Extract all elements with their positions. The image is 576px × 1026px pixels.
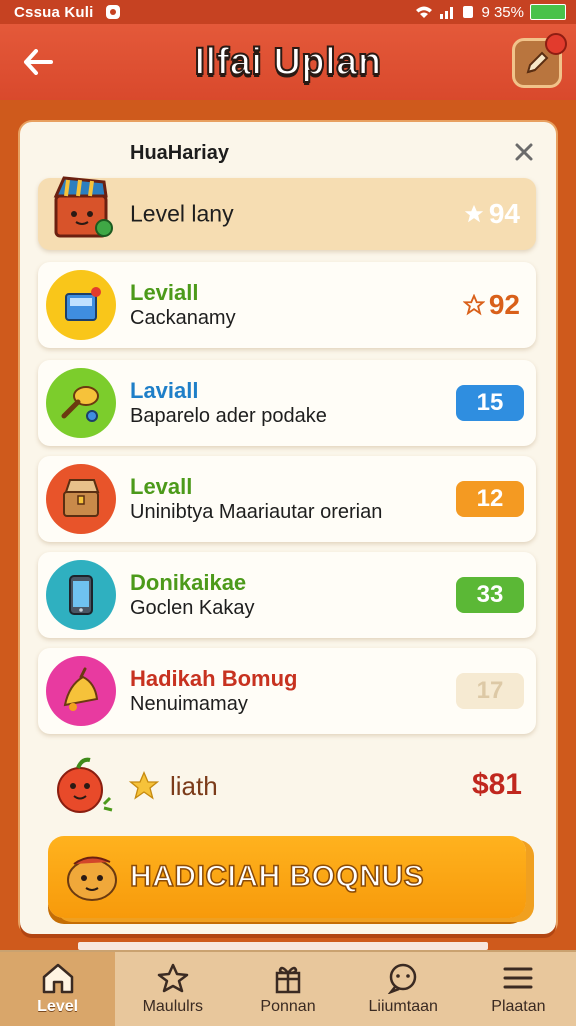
close-icon xyxy=(515,143,533,161)
list-item-subtitle: Nenuimamay xyxy=(130,693,248,715)
chat-icon xyxy=(388,963,417,994)
battery-text: 9 35% xyxy=(481,3,524,21)
list-item[interactable]: Leviall Cackanamy 92 xyxy=(38,262,536,348)
signal-icon xyxy=(440,7,454,19)
pencil-icon xyxy=(526,51,549,74)
notification-badge xyxy=(545,33,567,55)
summary-row: liath $81 xyxy=(38,748,536,828)
page-title: Ilfai Uplan xyxy=(193,40,382,84)
arrow-left-icon xyxy=(24,49,53,75)
nav-label: Liiumtaan xyxy=(368,998,438,1015)
close-button[interactable] xyxy=(510,138,538,166)
notification-icon xyxy=(105,5,120,19)
edit-button[interactable] xyxy=(512,33,567,88)
list-item-title: Laviall xyxy=(130,378,199,403)
list-item-subtitle: Goclen Kakay xyxy=(130,597,255,619)
summary-amount: $81 xyxy=(471,768,522,801)
summary-label: liath xyxy=(128,770,218,802)
count-pill: 33 xyxy=(456,577,524,613)
bucket-icon xyxy=(46,270,116,340)
status-bar: Cssua Kuli 9 35% xyxy=(0,0,576,24)
nav-item-maululrs[interactable]: Maululrs xyxy=(115,952,230,1026)
list-item[interactable]: Hadikah Bomug Nenuimamay 17 xyxy=(38,648,536,734)
status-icons: 9 35% xyxy=(415,4,566,21)
list-item-subtitle: Baparelo ader podake xyxy=(130,405,327,427)
back-button[interactable] xyxy=(18,42,58,82)
nav-label: Maululrs xyxy=(142,998,204,1015)
star-icon xyxy=(157,963,189,993)
app-header: Ilfai Uplan xyxy=(0,24,576,100)
list-item-text: Donikaikae Goclen Kakay xyxy=(130,570,255,620)
list-item-title: Leviall xyxy=(130,280,199,305)
wifi-icon xyxy=(416,6,433,18)
gift-icon xyxy=(275,966,301,994)
home-icon xyxy=(42,963,73,994)
list-item[interactable]: Levall Uninibtya Maariautar orerian 12 xyxy=(38,456,536,542)
menu-icon xyxy=(503,967,533,989)
nav-item-plaatan[interactable]: Plaatan xyxy=(461,952,576,1026)
summary-text: liath xyxy=(170,770,218,801)
count-pill: 17 xyxy=(456,673,524,709)
star-icon xyxy=(128,770,160,800)
list-item-text: Leviall Cackanamy xyxy=(130,280,236,330)
nav-item-liiumtaan[interactable]: Liiumtaan xyxy=(346,952,461,1026)
racket-icon xyxy=(46,368,116,438)
nav-item-level[interactable]: Level xyxy=(0,952,116,1026)
phone-icon xyxy=(46,560,116,630)
star-icon xyxy=(464,204,484,223)
list-item-text: Hadikah Bomug Nenuimamay xyxy=(130,666,297,716)
card-title: HuaHariay xyxy=(130,142,229,164)
divider xyxy=(78,942,488,950)
nav-label: Ponnan xyxy=(260,998,316,1015)
chest-icon xyxy=(46,464,116,534)
rewards-card: HuaHariay Level lany 94 Leviall Cackanam… xyxy=(20,122,556,934)
list-item-subtitle: Cackanamy xyxy=(130,307,236,329)
nav-label: Level xyxy=(37,998,79,1015)
list-item-title: Levall xyxy=(130,474,193,499)
bell-icon xyxy=(46,656,116,726)
nav-item-ponnan[interactable]: Ponnan xyxy=(230,952,345,1026)
list-item-text: Laviall Baparelo ader podake xyxy=(130,378,327,428)
score-value: 92 xyxy=(488,289,520,320)
list-item-title: Donikaikae xyxy=(130,570,247,595)
bottom-nav: Level Maululrs Ponnan Liiumtaan Plaatan xyxy=(0,950,576,1026)
list-item-subtitle: Uninibtya Maariautar orerian xyxy=(130,501,383,523)
list-item-title: Hadikah Bomug xyxy=(130,666,298,691)
nav-label: Plaatan xyxy=(491,998,546,1015)
bonus-button[interactable]: HADICIAH BOQNUS xyxy=(48,836,526,918)
score-value: 94 xyxy=(488,198,520,229)
list-item-label: Level lany xyxy=(130,200,234,227)
treasure-box-icon xyxy=(46,172,120,246)
score: 94 xyxy=(463,198,520,230)
bonus-button-label: HADICIAH BOQNUS xyxy=(129,859,425,894)
star-icon xyxy=(462,294,485,316)
list-item[interactable]: Laviall Baparelo ader podake 15 xyxy=(38,360,536,446)
list-item-highlight[interactable]: Level lany 94 xyxy=(38,176,536,250)
battery-icon xyxy=(530,4,566,20)
list-item[interactable]: Donikaikae Goclen Kakay 33 xyxy=(38,552,536,638)
potato-mascot-icon xyxy=(60,844,126,915)
list-item-text: Level lany xyxy=(130,201,234,228)
tomato-mascot-icon xyxy=(48,754,114,825)
sim-icon xyxy=(463,6,474,18)
count-pill: 12 xyxy=(456,481,524,517)
carrier-name: Cssua Kuli xyxy=(14,3,94,21)
count-pill: 15 xyxy=(456,385,524,421)
score: 92 xyxy=(462,289,520,321)
list-item-text: Levall Uninibtya Maariautar orerian xyxy=(130,474,382,524)
